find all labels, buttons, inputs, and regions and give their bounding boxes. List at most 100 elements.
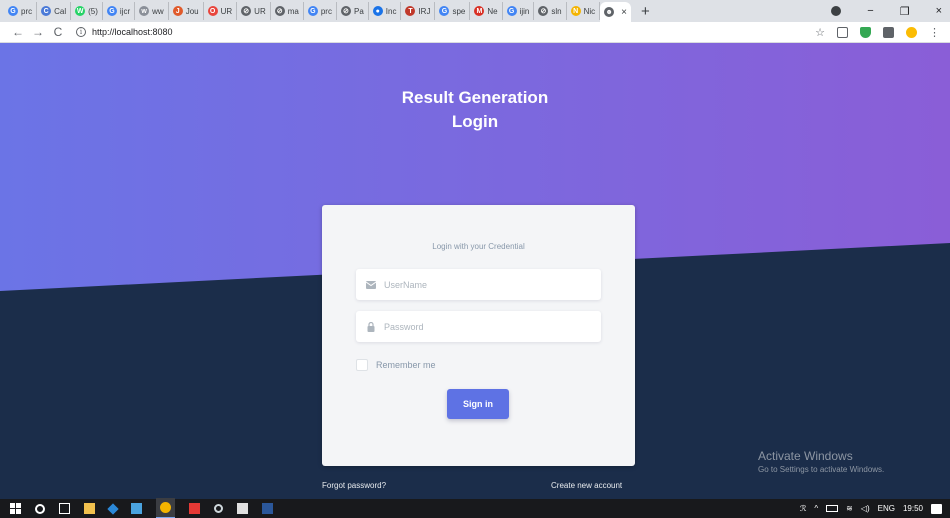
photos-icon[interactable] [237, 503, 248, 514]
browser-tab[interactable]: ⊘ Pa [337, 2, 369, 20]
back-button[interactable]: ← [8, 25, 28, 39]
cal-icon: C [41, 6, 52, 16]
browser-tab-title: Ne [487, 6, 498, 16]
journal-icon: J [172, 6, 183, 16]
clock[interactable]: 19:50 [903, 504, 923, 513]
reload-button[interactable]: C [48, 25, 68, 39]
menu-icon[interactable]: ⋮ [929, 26, 940, 39]
browser-tab[interactable]: W (5) [71, 2, 103, 20]
reader-extension-icon[interactable] [837, 26, 848, 38]
google-icon: G [506, 6, 517, 16]
browser-tab-active[interactable]: ☻ × [600, 2, 632, 22]
puzzle-extension-icon[interactable] [883, 26, 894, 38]
username-input[interactable] [384, 279, 584, 290]
username-field[interactable] [356, 269, 601, 300]
browser-tab[interactable]: Gspe [435, 2, 471, 20]
browser-tab[interactable]: Gijcr [103, 2, 136, 20]
browser-tab-title: (5) [88, 6, 98, 16]
watermark-title: Activate Windows [758, 449, 853, 463]
browser-tab-title: spe [452, 6, 466, 16]
windows-start-icon[interactable] [10, 503, 21, 514]
remember-label[interactable]: Remember me [376, 360, 436, 370]
info-icon[interactable]: i [76, 27, 86, 37]
lock-icon [366, 321, 376, 332]
browser-tab[interactable]: C Cal [37, 2, 72, 20]
browser-tab[interactable]: M Ne [470, 2, 503, 20]
word-icon[interactable] [262, 503, 273, 514]
browser-tab[interactable]: Gijin [503, 2, 535, 20]
browser-tab[interactable]: N Nic [567, 2, 601, 20]
close-tab-icon[interactable]: × [621, 7, 627, 18]
browser-tab-title: ma [287, 6, 299, 16]
gmail-icon: M [474, 6, 485, 16]
browser-tab-title: Nic [583, 6, 596, 16]
app-cube-icon[interactable] [131, 503, 142, 514]
address-bar[interactable]: i http://localhost:8080 [76, 27, 815, 37]
minimize-button[interactable]: − [867, 5, 873, 17]
shield-extension-icon[interactable] [860, 26, 871, 38]
browser-tab-title: IRJ [418, 6, 431, 16]
activate-windows-watermark: Activate Windows Go to Settings to activ… [758, 449, 884, 476]
whatsapp-icon: W [75, 6, 86, 16]
browser-tab-title: Cal [54, 6, 67, 16]
globe-icon: ⊘ [538, 6, 549, 16]
forgot-password-link[interactable]: Forgot password? [322, 481, 386, 490]
browser-tab[interactable]: O UR [204, 2, 238, 20]
globe-icon: ⊘ [274, 6, 285, 16]
app-red-icon[interactable] [189, 503, 200, 514]
globe-icon: ⊘ [340, 6, 351, 16]
remember-me[interactable]: Remember me [356, 359, 436, 371]
browser-tab[interactable]: J Jou [169, 2, 204, 20]
people-icon[interactable]: ℛ [800, 504, 806, 513]
bookmark-star-icon[interactable]: ☆ [815, 26, 825, 39]
remember-checkbox[interactable] [356, 359, 368, 371]
envelope-icon [366, 280, 376, 290]
circle-icon: O [207, 6, 218, 16]
chrome-taskbar-button[interactable] [156, 498, 175, 518]
browser-tab[interactable]: Gprc [304, 2, 337, 20]
forward-button[interactable]: → [28, 25, 48, 39]
search-icon[interactable] [35, 503, 45, 514]
browser-tab[interactable]: Gprc [4, 2, 38, 20]
chevron-up-icon[interactable]: ^ [814, 504, 818, 513]
password-field[interactable] [356, 311, 601, 342]
profile-icon[interactable] [831, 6, 842, 16]
volume-icon[interactable]: ◁) [861, 504, 870, 513]
notification-icon[interactable] [931, 503, 942, 514]
close-window-button[interactable]: × [936, 5, 942, 17]
new-tab-button[interactable]: + [631, 3, 660, 20]
browser-tab[interactable]: T IRJ [401, 2, 436, 20]
nic-icon: N [570, 6, 581, 16]
url-text[interactable]: http://localhost:8080 [92, 27, 173, 37]
page-title-line1: Result Generation [401, 88, 549, 107]
browser-tab[interactable]: ⊘ UR [237, 2, 271, 20]
flag-icon: T [405, 6, 416, 16]
page-title-line2: Login [451, 112, 499, 131]
google-icon: G [307, 6, 318, 16]
app-power-icon[interactable] [214, 504, 223, 513]
extensions-area: ☆ ⋮ [815, 26, 950, 39]
browser-tab[interactable]: ⊘ ma [271, 2, 304, 20]
browser-tab[interactable]: ⊘ sln [534, 2, 567, 20]
site-icon: w [139, 6, 150, 16]
dot-icon: ● [372, 6, 383, 16]
create-account-link[interactable]: Create new account [551, 481, 622, 490]
language-indicator[interactable]: ENG [878, 504, 895, 513]
avatar-icon[interactable] [906, 26, 917, 38]
sign-in-button[interactable]: Sign in [447, 389, 509, 419]
browser-tab[interactable]: w ww [135, 2, 169, 20]
browser-tab[interactable]: ● Inc [369, 2, 402, 20]
page-title: Result Generation Login [0, 86, 950, 134]
app-blue-icon[interactable] [107, 502, 119, 515]
login-subtitle: Login with your Credential [432, 242, 525, 251]
task-view-icon[interactable] [59, 503, 70, 514]
password-input[interactable] [384, 321, 584, 332]
login-page: Result Generation Login Login with your … [0, 43, 950, 499]
browser-tab-title: ww [152, 6, 164, 16]
restore-button[interactable]: ❐ [900, 5, 910, 18]
battery-icon[interactable] [826, 505, 839, 512]
file-explorer-icon[interactable] [84, 503, 95, 514]
chrome-icon [160, 502, 171, 513]
browser-tab-title: prc [21, 6, 33, 16]
wifi-icon[interactable]: ≋ [846, 504, 853, 513]
